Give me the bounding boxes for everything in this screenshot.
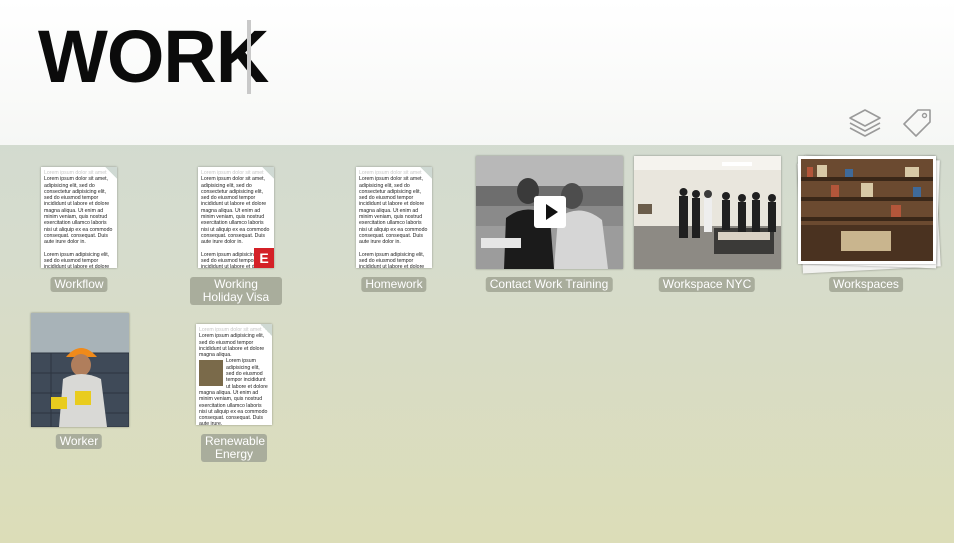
photo-thumbnail — [798, 156, 936, 264]
photo-thumbnail — [634, 156, 781, 269]
tile-label: Worker — [55, 434, 103, 449]
tag-icon[interactable] — [898, 104, 936, 142]
search-query-text[interactable]: WORK — [38, 12, 269, 102]
video-thumbnail — [476, 156, 623, 269]
layers-icon[interactable] — [846, 104, 884, 142]
document-thumbnail: Lorem ipsum dolor sit amet Lorem ipsum d… — [198, 167, 274, 268]
document-thumbnail: Lorem ipsum dolor sit amet Lorem ipsum a… — [196, 324, 272, 425]
text-caret — [247, 20, 251, 94]
document-thumbnail: Lorem ipsum dolor sit amet Lorem ipsum d… — [41, 167, 117, 268]
photo-thumbnail — [31, 313, 129, 427]
e-badge-icon: E — [254, 248, 274, 268]
tile-label: Workspace NYC — [658, 277, 756, 292]
tile-label: Workspaces — [829, 277, 903, 292]
tile-label: Homework — [361, 277, 427, 292]
play-icon[interactable] — [534, 196, 566, 228]
tile-label: Working Holiday Visa — [190, 277, 282, 305]
tile-label: Contact Work Training — [485, 277, 613, 292]
document-inline-image — [199, 360, 223, 387]
search-header: WORK — [0, 0, 954, 145]
tile-label: Workflow — [50, 277, 108, 292]
document-thumbnail: Lorem ipsum dolor sit amet Lorem ipsum d… — [356, 167, 432, 268]
tile-label: Renewable Energy — [201, 434, 267, 462]
